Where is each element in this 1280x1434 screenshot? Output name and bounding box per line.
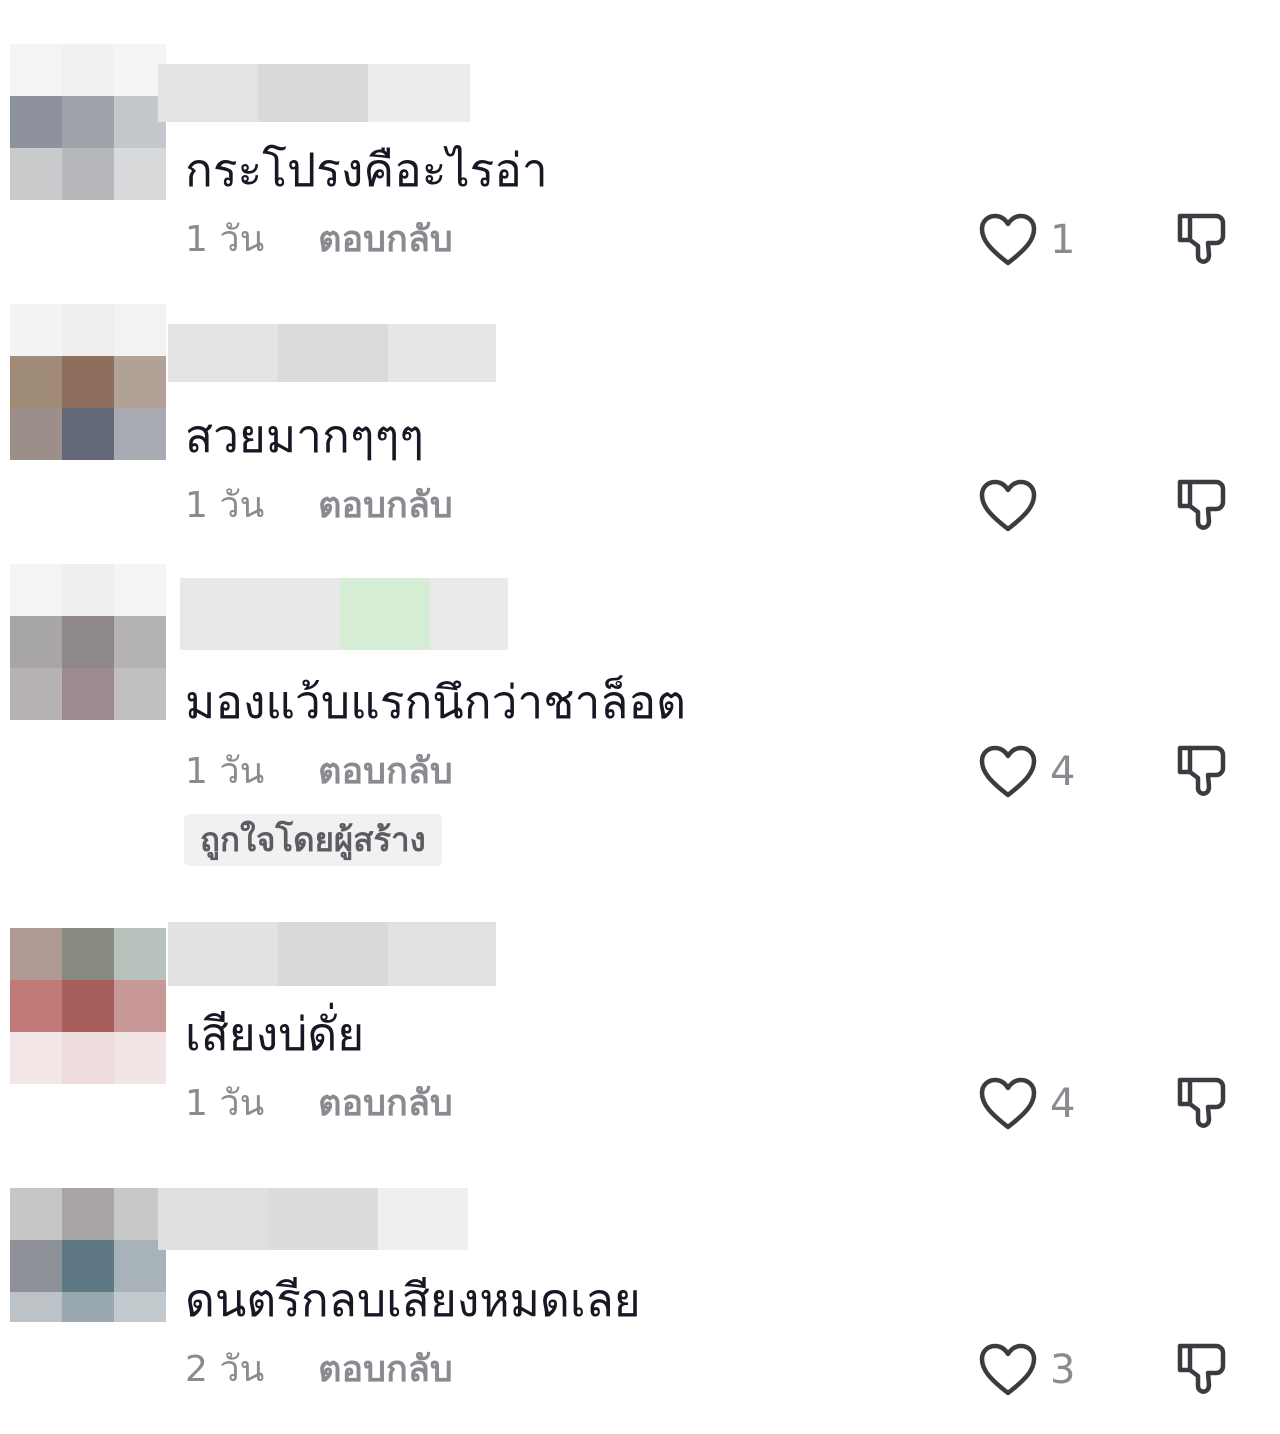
username-blurred[interactable] [158, 64, 470, 122]
liked-by-creator-badge: ถูกใจโดยผู้สร้าง [184, 814, 442, 866]
heart-outline-icon [979, 745, 1037, 798]
avatar[interactable] [10, 1188, 166, 1322]
like-count: 1 [1050, 217, 1076, 263]
reply-button[interactable]: ตอบกลับ [318, 482, 453, 530]
like-button[interactable] [978, 478, 1038, 534]
dislike-button[interactable] [1172, 742, 1230, 800]
like-count: 3 [1050, 1347, 1076, 1393]
heart-outline-icon [979, 1077, 1037, 1130]
comment-text: กระโปรงคือะไรอ่า [185, 143, 548, 197]
heart-outline-icon [979, 1343, 1037, 1396]
thumbs-down-outline-icon [1177, 213, 1226, 264]
comment-time: 1 วัน [185, 751, 265, 792]
username-blurred[interactable] [168, 324, 496, 382]
thumbs-down-outline-icon [1177, 1077, 1226, 1128]
comment-time: 1 วัน [185, 485, 265, 526]
username-blurred[interactable] [180, 578, 508, 650]
like-count: 4 [1050, 1081, 1076, 1127]
username-blurred[interactable] [158, 1188, 468, 1250]
heart-outline-icon [979, 479, 1037, 532]
heart-outline-icon [979, 213, 1037, 266]
comment-time: 1 วัน [185, 1083, 265, 1124]
like-button[interactable] [978, 1076, 1038, 1132]
avatar[interactable] [10, 928, 166, 1084]
comment-text: มองแว้บแรกนึกว่าชาล็อต [185, 675, 686, 729]
avatar[interactable] [10, 564, 166, 720]
comment-text: สวยมากๆๆๆ [185, 409, 424, 463]
like-button[interactable] [978, 1342, 1038, 1398]
dislike-button[interactable] [1172, 210, 1230, 268]
comment-text: เสียงบ่ดั่ย [185, 1007, 365, 1061]
comment-text: ดนตรีกลบเสียงหมดเลย [185, 1273, 641, 1327]
reply-button[interactable]: ตอบกลับ [318, 1080, 453, 1128]
thumbs-down-outline-icon [1177, 479, 1226, 530]
reply-button[interactable]: ตอบกลับ [318, 216, 453, 264]
comment-meta: 1 วัน ตอบกลับ [185, 1080, 453, 1128]
reply-button[interactable]: ตอบกลับ [318, 1346, 453, 1394]
comment-meta: 1 วัน ตอบกลับ [185, 216, 453, 264]
like-button[interactable] [978, 744, 1038, 800]
thumbs-down-outline-icon [1177, 745, 1226, 796]
reply-button[interactable]: ตอบกลับ [318, 748, 453, 796]
comment-time: 1 วัน [185, 219, 265, 260]
comment-meta: 2 วัน ตอบกลับ [185, 1346, 453, 1394]
like-button[interactable] [978, 212, 1038, 268]
thumbs-down-outline-icon [1177, 1343, 1226, 1394]
dislike-button[interactable] [1172, 1074, 1230, 1132]
avatar[interactable] [10, 304, 166, 460]
dislike-button[interactable] [1172, 476, 1230, 534]
comment-meta: 1 วัน ตอบกลับ [185, 482, 453, 530]
comment-time: 2 วัน [185, 1349, 265, 1390]
avatar[interactable] [10, 44, 166, 200]
username-blurred[interactable] [168, 922, 496, 986]
dislike-button[interactable] [1172, 1340, 1230, 1398]
like-count: 4 [1050, 749, 1076, 795]
comment-meta: 1 วัน ตอบกลับ [185, 748, 453, 796]
